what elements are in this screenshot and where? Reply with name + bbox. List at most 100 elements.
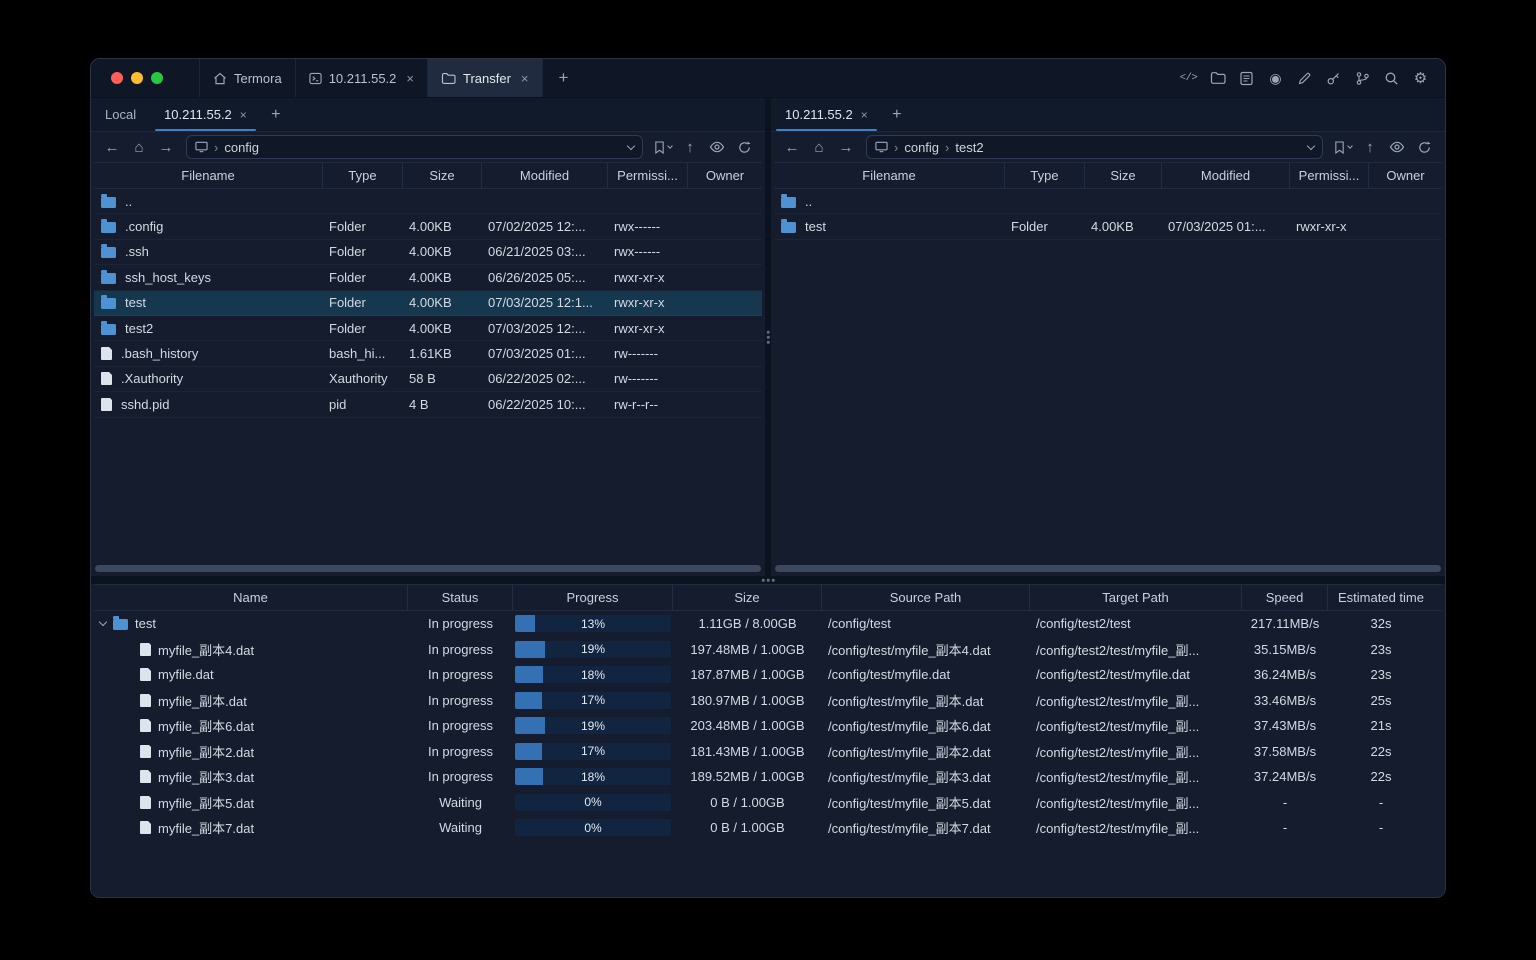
col-owner[interactable]: Owner: [688, 163, 762, 188]
col-target-path[interactable]: Target Path: [1030, 585, 1242, 610]
close-icon[interactable]: ×: [240, 108, 247, 122]
tab-termora[interactable]: Termora: [200, 59, 296, 97]
tab-remote-host[interactable]: 10.211.55.2 ×: [771, 98, 882, 131]
maximize-window-button[interactable]: [151, 72, 163, 84]
transfer-row[interactable]: myfile_副本2.dat In progress 17% 181.43MB …: [94, 739, 1442, 765]
close-icon[interactable]: ×: [861, 108, 868, 122]
transfer-row[interactable]: myfile_副本.dat In progress 17% 180.97MB /…: [94, 688, 1442, 714]
path-breadcrumb[interactable]: › config: [186, 135, 643, 159]
new-panel-tab-button[interactable]: +: [263, 98, 289, 131]
search-icon[interactable]: [1381, 67, 1402, 89]
chevron-down-icon[interactable]: [626, 141, 636, 150]
file-row[interactable]: .bash_history bash_hi... 1.61KB 07/03/20…: [94, 341, 762, 367]
col-size[interactable]: Size: [673, 585, 822, 610]
new-tab-button[interactable]: +: [551, 59, 577, 97]
tab-remote-host[interactable]: 10.211.55.2 ×: [150, 98, 261, 131]
transfer-row[interactable]: myfile_副本4.dat In progress 19% 197.48MB …: [94, 637, 1442, 663]
col-speed[interactable]: Speed: [1242, 585, 1328, 610]
folder-icon[interactable]: [1207, 67, 1228, 89]
file-row[interactable]: .ssh Folder 4.00KB 06/21/2025 03:... rwx…: [94, 240, 762, 266]
col-permissions[interactable]: Permissi...: [1290, 163, 1369, 188]
new-panel-tab-button[interactable]: +: [884, 98, 910, 131]
cell-modified: 07/02/2025 12:...: [488, 219, 586, 235]
col-source-path[interactable]: Source Path: [822, 585, 1030, 610]
tab-local[interactable]: Local: [91, 98, 150, 131]
close-window-button[interactable]: [111, 72, 123, 84]
horizontal-splitter[interactable]: [91, 576, 1445, 584]
edit-icon[interactable]: [1294, 67, 1315, 89]
file-row-up[interactable]: ..: [94, 189, 762, 215]
folder-icon: [101, 219, 116, 234]
breadcrumb-separator: ›: [894, 139, 899, 155]
transfer-row[interactable]: myfile.dat In progress 18% 187.87MB / 1.…: [94, 662, 1442, 688]
tab-host[interactable]: 10.211.55.2 ×: [296, 59, 428, 97]
col-owner[interactable]: Owner: [1369, 163, 1442, 188]
branch-icon[interactable]: [1352, 67, 1373, 89]
file-name: .bash_history: [121, 346, 199, 362]
bookmark-button[interactable]: [650, 140, 676, 154]
col-size[interactable]: Size: [1085, 163, 1162, 188]
record-icon[interactable]: ◉: [1265, 67, 1286, 89]
horizontal-scrollbar[interactable]: [775, 565, 1441, 572]
transfer-row[interactable]: myfile_副本6.dat In progress 19% 203.48MB …: [94, 713, 1442, 739]
col-modified[interactable]: Modified: [1162, 163, 1290, 188]
col-permissions[interactable]: Permissi...: [608, 163, 688, 188]
file-row[interactable]: test Folder 4.00KB 07/03/2025 01:... rwx…: [774, 214, 1442, 240]
col-size[interactable]: Size: [403, 163, 482, 188]
cell-size: 181.43MB / 1.00GB: [690, 743, 805, 759]
forward-button[interactable]: →: [153, 135, 179, 159]
col-filename[interactable]: Filename: [94, 163, 323, 188]
file-row[interactable]: .Xauthority Xauthority 58 B 06/22/2025 0…: [94, 367, 762, 393]
file-row-selected[interactable]: test Folder 4.00KB 07/03/2025 12:1... rw…: [94, 290, 762, 316]
file-name: test2: [125, 320, 154, 336]
collapse-icon[interactable]: [98, 618, 108, 627]
col-type[interactable]: Type: [1005, 163, 1085, 188]
back-button[interactable]: ←: [99, 135, 125, 159]
back-button[interactable]: ←: [779, 135, 805, 159]
close-icon[interactable]: ×: [521, 71, 529, 86]
forward-button[interactable]: →: [833, 135, 859, 159]
home-button[interactable]: ⌂: [126, 135, 152, 159]
key-icon[interactable]: [1323, 67, 1344, 89]
close-icon[interactable]: ×: [406, 71, 414, 86]
file-row[interactable]: ssh_host_keys Folder 4.00KB 06/26/2025 0…: [94, 265, 762, 291]
file-row-up[interactable]: ..: [774, 189, 1442, 215]
code-icon[interactable]: </>: [1178, 67, 1199, 89]
upload-button[interactable]: ↑: [677, 135, 703, 159]
breadcrumb-segment[interactable]: config: [224, 140, 259, 155]
cell-size: 4.00KB: [409, 219, 452, 235]
file-row[interactable]: test2 Folder 4.00KB 07/03/2025 12:... rw…: [94, 316, 762, 342]
file-row[interactable]: .config Folder 4.00KB 07/02/2025 12:... …: [94, 214, 762, 240]
bookmark-button[interactable]: [1330, 140, 1356, 154]
col-filename[interactable]: Filename: [774, 163, 1005, 188]
home-button[interactable]: ⌂: [806, 135, 832, 159]
col-type[interactable]: Type: [323, 163, 403, 188]
upload-button[interactable]: ↑: [1357, 135, 1383, 159]
minimize-window-button[interactable]: [131, 72, 143, 84]
col-name[interactable]: Name: [94, 585, 408, 610]
refresh-button[interactable]: [1411, 135, 1437, 159]
col-modified[interactable]: Modified: [482, 163, 608, 188]
cell-type: Folder: [329, 244, 366, 260]
tab-label: 10.211.55.2: [328, 70, 397, 86]
settings-icon[interactable]: ⚙: [1410, 67, 1431, 89]
show-hidden-button[interactable]: [1384, 135, 1410, 159]
file-list-icon[interactable]: [1236, 67, 1257, 89]
transfer-row[interactable]: test In progress 13% 1.11GB / 8.00GB /co…: [94, 611, 1442, 637]
col-status[interactable]: Status: [408, 585, 513, 610]
tab-transfer[interactable]: Transfer ×: [428, 59, 543, 97]
cell-type: pid: [329, 396, 347, 412]
breadcrumb-segment[interactable]: config: [904, 140, 939, 155]
horizontal-scrollbar[interactable]: [95, 565, 761, 572]
refresh-button[interactable]: [731, 135, 757, 159]
path-breadcrumb[interactable]: › config › test2: [866, 135, 1323, 159]
transfer-row[interactable]: myfile_副本3.dat In progress 18% 189.52MB …: [94, 764, 1442, 790]
col-progress[interactable]: Progress: [513, 585, 673, 610]
chevron-down-icon[interactable]: [1306, 141, 1316, 150]
breadcrumb-segment[interactable]: test2: [955, 140, 983, 155]
transfer-row[interactable]: myfile_副本5.dat Waiting 0% 0 B / 1.00GB /…: [94, 790, 1442, 816]
transfer-row[interactable]: myfile_副本7.dat Waiting 0% 0 B / 1.00GB /…: [94, 815, 1442, 841]
file-row[interactable]: sshd.pid pid 4 B 06/22/2025 10:... rw-r-…: [94, 392, 762, 418]
show-hidden-button[interactable]: [704, 135, 730, 159]
col-estimated-time[interactable]: Estimated time: [1328, 585, 1434, 610]
